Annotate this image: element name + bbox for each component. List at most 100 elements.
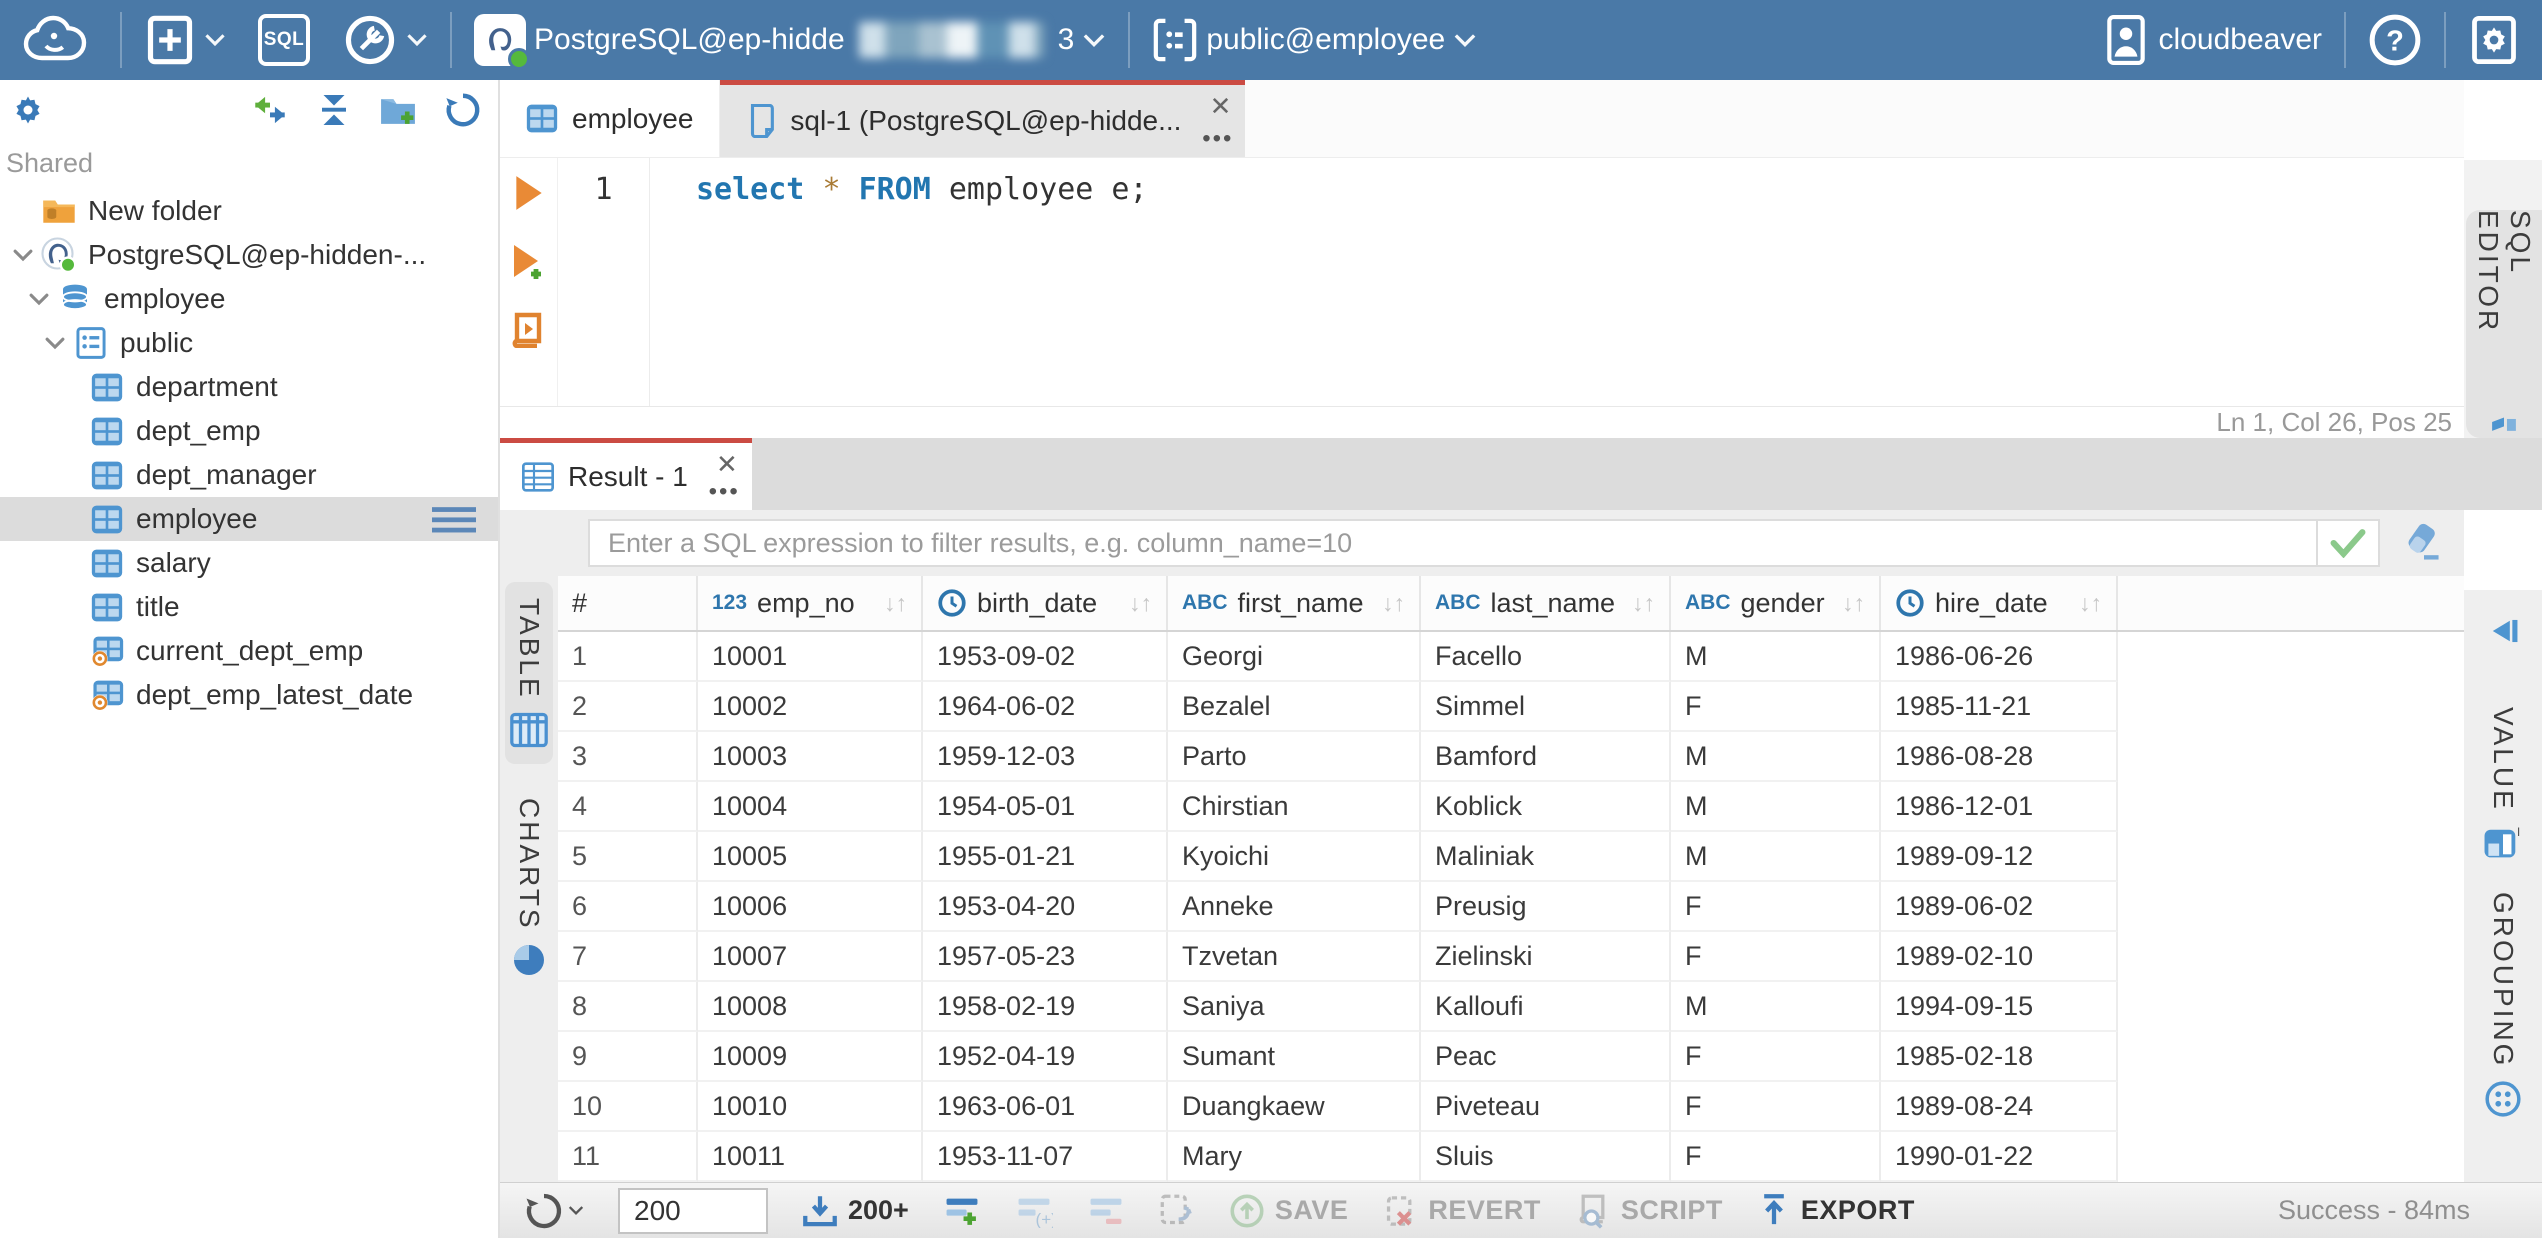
tree-item-dept-manager[interactable]: dept_manager: [0, 453, 498, 497]
cell[interactable]: Zielinski: [1421, 932, 1671, 982]
cell[interactable]: 1954-05-01: [923, 782, 1168, 832]
cell[interactable]: 1985-02-18: [1881, 1032, 2118, 1082]
cell[interactable]: F: [1671, 1032, 1881, 1082]
cell[interactable]: 1955-01-21: [923, 832, 1168, 882]
open-panel-icon[interactable]: [2486, 616, 2520, 651]
refresh-result-button[interactable]: [524, 1191, 584, 1231]
cell[interactable]: 10010: [698, 1082, 923, 1132]
cell[interactable]: 10011: [698, 1132, 923, 1182]
cell[interactable]: 1957-05-23: [923, 932, 1168, 982]
tree-item-public[interactable]: public: [0, 321, 498, 365]
cell[interactable]: 8: [558, 982, 698, 1032]
cell[interactable]: 10009: [698, 1032, 923, 1082]
cell[interactable]: 10004: [698, 782, 923, 832]
schema-selector[interactable]: public@employee: [1136, 0, 1493, 80]
duplicate-row-button[interactable]: (+): [1015, 1194, 1053, 1228]
tab-menu-icon[interactable]: •••: [709, 478, 740, 506]
tree-item-salary[interactable]: salary: [0, 541, 498, 585]
tab-result-1[interactable]: Result - 1 ✕ •••: [500, 438, 752, 510]
script-button[interactable]: SCRIPT: [1575, 1193, 1723, 1229]
cell[interactable]: Saniya: [1168, 982, 1421, 1032]
cell[interactable]: 1: [558, 632, 698, 682]
cell[interactable]: 10001: [698, 632, 923, 682]
tab-sql-editor[interactable]: sql-1 (PostgreSQL@ep-hidde... ✕ •••: [720, 80, 1246, 157]
tree-item-title[interactable]: title: [0, 585, 498, 629]
cell[interactable]: F: [1671, 1132, 1881, 1182]
cell[interactable]: 1964-06-02: [923, 682, 1168, 732]
refresh-tree-button[interactable]: [444, 91, 482, 129]
edit-value-button[interactable]: [1159, 1193, 1195, 1229]
cell[interactable]: Tzvetan: [1168, 932, 1421, 982]
column-header-birth_date[interactable]: birth_date ↓↑: [923, 576, 1168, 630]
fetch-more-button[interactable]: 200+: [802, 1193, 909, 1229]
column-header-first_name[interactable]: ABC first_name ↓↑: [1168, 576, 1421, 630]
cell[interactable]: 1952-04-19: [923, 1032, 1168, 1082]
cell[interactable]: 1994-09-15: [1881, 982, 2118, 1032]
cell[interactable]: 4: [558, 782, 698, 832]
tab-employee[interactable]: employee: [500, 80, 721, 157]
tree-item-new-folder[interactable]: New folder: [0, 189, 498, 233]
cell[interactable]: 10005: [698, 832, 923, 882]
help-button[interactable]: ?: [2352, 0, 2438, 80]
cell[interactable]: 1953-09-02: [923, 632, 1168, 682]
column-header-num[interactable]: #: [558, 576, 698, 630]
tree-item-employee[interactable]: employee: [0, 277, 498, 321]
column-header-emp_no[interactable]: 123 emp_no ↓↑: [698, 576, 923, 630]
cell[interactable]: 3: [558, 732, 698, 782]
tab-value-panel[interactable]: VALUE I: [2479, 691, 2527, 876]
export-button[interactable]: EXPORT: [1757, 1193, 1915, 1229]
cell[interactable]: Koblick: [1421, 782, 1671, 832]
cell[interactable]: F: [1671, 932, 1881, 982]
settings-button[interactable]: [2452, 0, 2542, 80]
cell[interactable]: F: [1671, 1082, 1881, 1132]
cell[interactable]: M: [1671, 732, 1881, 782]
sort-icon[interactable]: ↓↑: [1117, 590, 1152, 617]
cell[interactable]: Peac: [1421, 1032, 1671, 1082]
cell[interactable]: 7: [558, 932, 698, 982]
clear-filter-button[interactable]: [2402, 521, 2446, 566]
cell[interactable]: M: [1671, 982, 1881, 1032]
execute-script-button[interactable]: [511, 310, 547, 353]
chevron-down-icon[interactable]: [22, 293, 56, 306]
cell[interactable]: 10003: [698, 732, 923, 782]
cell[interactable]: 5: [558, 832, 698, 882]
cell[interactable]: 1959-12-03: [923, 732, 1168, 782]
cell[interactable]: Sumant: [1168, 1032, 1421, 1082]
cell[interactable]: 1963-06-01: [923, 1082, 1168, 1132]
connection-selector[interactable]: PostgreSQL@ep-hidde 3: [458, 0, 1122, 80]
tree-item-department[interactable]: department: [0, 365, 498, 409]
tab-charts-presentation[interactable]: CHARTS: [507, 782, 551, 995]
result-grid[interactable]: #123 emp_no ↓↑ birth_date ↓↑ ABC first_name ↓↑ A…: [558, 576, 2464, 1182]
sql-editor-button[interactable]: SQL: [242, 0, 326, 80]
add-row-button[interactable]: [943, 1194, 981, 1228]
collapse-all-button[interactable]: [316, 92, 352, 128]
cell[interactable]: Piveteau: [1421, 1082, 1671, 1132]
cell[interactable]: Anneke: [1168, 882, 1421, 932]
cell[interactable]: 1953-11-07: [923, 1132, 1168, 1182]
cell[interactable]: 10008: [698, 982, 923, 1032]
cell[interactable]: 1986-08-28: [1881, 732, 2118, 782]
cell[interactable]: 2: [558, 682, 698, 732]
cell[interactable]: 1986-06-26: [1881, 632, 2118, 682]
cell[interactable]: Kyoichi: [1168, 832, 1421, 882]
cell[interactable]: 11: [558, 1132, 698, 1182]
cell[interactable]: 6: [558, 882, 698, 932]
navigator-settings-button[interactable]: [10, 92, 46, 128]
cell[interactable]: 10002: [698, 682, 923, 732]
sync-connection-button[interactable]: [250, 92, 290, 128]
cell[interactable]: 1985-11-21: [1881, 682, 2118, 732]
cell[interactable]: M: [1671, 632, 1881, 682]
tree-item-current-dept-emp[interactable]: current_dept_emp: [0, 629, 498, 673]
cell[interactable]: 1989-08-24: [1881, 1082, 2118, 1132]
chevron-down-icon[interactable]: [6, 249, 40, 262]
cell[interactable]: Duangkaew: [1168, 1082, 1421, 1132]
cell[interactable]: Georgi: [1168, 632, 1421, 682]
close-icon[interactable]: ✕: [1210, 91, 1232, 122]
chevron-down-icon[interactable]: [38, 337, 72, 350]
filter-input[interactable]: [590, 521, 2316, 565]
cell[interactable]: Chirstian: [1168, 782, 1421, 832]
fetch-size-input[interactable]: [618, 1187, 768, 1234]
code-area[interactable]: select * FROM employee e;: [650, 158, 2464, 406]
save-button[interactable]: SAVE: [1229, 1193, 1349, 1229]
cell[interactable]: 10006: [698, 882, 923, 932]
